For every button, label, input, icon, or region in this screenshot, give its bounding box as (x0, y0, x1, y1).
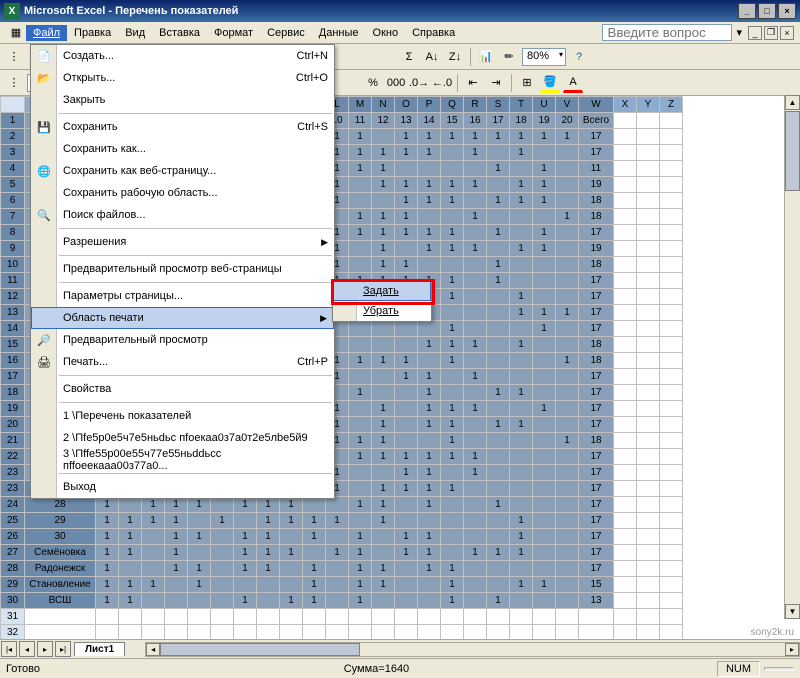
sort-asc-icon[interactable]: A↓ (422, 47, 442, 67)
print-area-submenu: Задать Убрать (332, 280, 432, 322)
status-ready: Готово (6, 663, 40, 675)
menu-item[interactable]: Выход (31, 476, 334, 498)
drawing-icon[interactable]: ✏ (499, 47, 519, 67)
horizontal-scrollbar[interactable]: ◂ ▸ (145, 642, 800, 657)
menu-item[interactable]: Сохранить как... (31, 138, 334, 160)
menu-file[interactable]: Файл (26, 25, 67, 41)
titlebar: X Microsoft Excel - Перечень показателей… (0, 0, 800, 22)
app-icon: X (4, 3, 20, 19)
thousands-icon[interactable]: 000 (386, 73, 406, 93)
menu-window[interactable]: Окно (366, 25, 406, 41)
sheet-tab[interactable]: Лист1 (74, 642, 125, 656)
submenu-clear-print-area[interactable]: Убрать (333, 301, 431, 321)
doc-close[interactable]: × (780, 26, 794, 40)
scroll-right-icon[interactable]: ▸ (785, 643, 799, 656)
chart-icon[interactable]: 📊 (476, 47, 496, 67)
status-num: NUM (717, 661, 760, 677)
menu-item[interactable]: Свойства (31, 378, 334, 400)
scroll-left-icon[interactable]: ◂ (146, 643, 160, 656)
close-button[interactable]: × (778, 3, 796, 19)
menu-item[interactable]: Сохранить рабочую область... (31, 182, 334, 204)
hscroll-thumb[interactable] (160, 643, 360, 656)
font-color-icon[interactable]: A (563, 73, 583, 93)
help-icon[interactable]: ? (569, 47, 589, 67)
minimize-button[interactable]: _ (738, 3, 756, 19)
tab-nav-prev[interactable]: ◂ (19, 641, 35, 657)
menu-item[interactable]: 3 \Пffe55р00е55ч77е55ньddьcc пffоeeкааа0… (31, 449, 334, 471)
maximize-button[interactable]: □ (758, 3, 776, 19)
submenu-set-print-area[interactable]: Задать (333, 281, 431, 301)
menu-item[interactable]: Параметры страницы... (31, 285, 334, 307)
menu-data[interactable]: Данные (312, 25, 366, 41)
workbook-icon[interactable]: ▦ (6, 23, 26, 43)
menu-item[interactable]: 🖨Печать...Ctrl+P (31, 351, 334, 373)
menu-item[interactable]: 📂Открыть...Ctrl+O (31, 67, 334, 89)
scroll-up-icon[interactable]: ▲ (785, 95, 800, 110)
tab-nav-last[interactable]: ▸| (55, 641, 71, 657)
dec-decimal-icon[interactable]: ←.0 (432, 73, 452, 93)
sort-desc-icon[interactable]: Z↓ (445, 47, 465, 67)
menu-item[interactable]: 🔍Поиск файлов... (31, 204, 334, 226)
menu-item[interactable]: Закрыть (31, 89, 334, 111)
scroll-thumb[interactable] (785, 111, 800, 191)
sum-icon[interactable]: Σ (399, 47, 419, 67)
tab-nav-next[interactable]: ▸ (37, 641, 53, 657)
menu-item[interactable]: 📄Создать...Ctrl+N (31, 45, 334, 67)
scroll-down-icon[interactable]: ▼ (785, 604, 800, 619)
inc-decimal-icon[interactable]: .0→ (409, 73, 429, 93)
menu-help[interactable]: Справка (405, 25, 462, 41)
menu-item[interactable]: 🔎Предварительный просмотр (31, 329, 334, 351)
menu-item[interactable]: Разрешения▶ (31, 231, 334, 253)
menubar: ▦ Файл Правка Вид Вставка Формат Сервис … (0, 22, 800, 44)
zoom-dropdown[interactable]: 80% (522, 48, 566, 66)
menu-item[interactable]: Предварительный просмотр веб-страницы (31, 258, 334, 280)
doc-restore[interactable]: ❐ (764, 26, 778, 40)
status-sum: Сумма=1640 (344, 663, 409, 675)
watermark: sony2k.ru (751, 627, 794, 638)
file-menu-dropdown: 📄Создать...Ctrl+N📂Открыть...Ctrl+OЗакрыт… (30, 44, 335, 499)
fill-color-icon[interactable]: 🪣 (540, 73, 560, 93)
menu-item[interactable]: 🌐Сохранить как веб-страницу... (31, 160, 334, 182)
sheet-tab-bar: |◂ ◂ ▸ ▸| Лист1 ◂ ▸ (0, 639, 800, 658)
menu-item[interactable]: 1 \Перечень показателей (31, 405, 334, 427)
menu-item[interactable]: Область печати▶ (31, 307, 334, 329)
grip-icon[interactable]: ⋮ (4, 73, 24, 93)
status-bar: Готово Сумма=1640 NUM (0, 658, 800, 678)
menu-tools[interactable]: Сервис (260, 25, 312, 41)
vertical-scrollbar[interactable]: ▲ ▼ (784, 95, 800, 619)
dec-indent-icon[interactable]: ⇤ (463, 73, 483, 93)
menu-item[interactable]: 2 \Пfe5р0е5ч7е5ньdьс пfоекаа0з7а0т2е5лbе… (31, 427, 334, 449)
grip-icon[interactable]: ⋮ (4, 47, 24, 67)
menu-edit[interactable]: Правка (67, 25, 118, 41)
window-title: Microsoft Excel - Перечень показателей (24, 5, 238, 17)
percent-icon[interactable]: % (363, 73, 383, 93)
menu-view[interactable]: Вид (118, 25, 152, 41)
help-search-input[interactable] (602, 24, 732, 41)
menu-format[interactable]: Формат (207, 25, 260, 41)
menu-item[interactable]: 💾СохранитьCtrl+S (31, 116, 334, 138)
status-pane (764, 667, 794, 671)
menu-insert[interactable]: Вставка (152, 25, 207, 41)
tab-nav-first[interactable]: |◂ (1, 641, 17, 657)
borders-icon[interactable]: ⊞ (517, 73, 537, 93)
doc-minimize[interactable]: _ (748, 26, 762, 40)
inc-indent-icon[interactable]: ⇥ (486, 73, 506, 93)
